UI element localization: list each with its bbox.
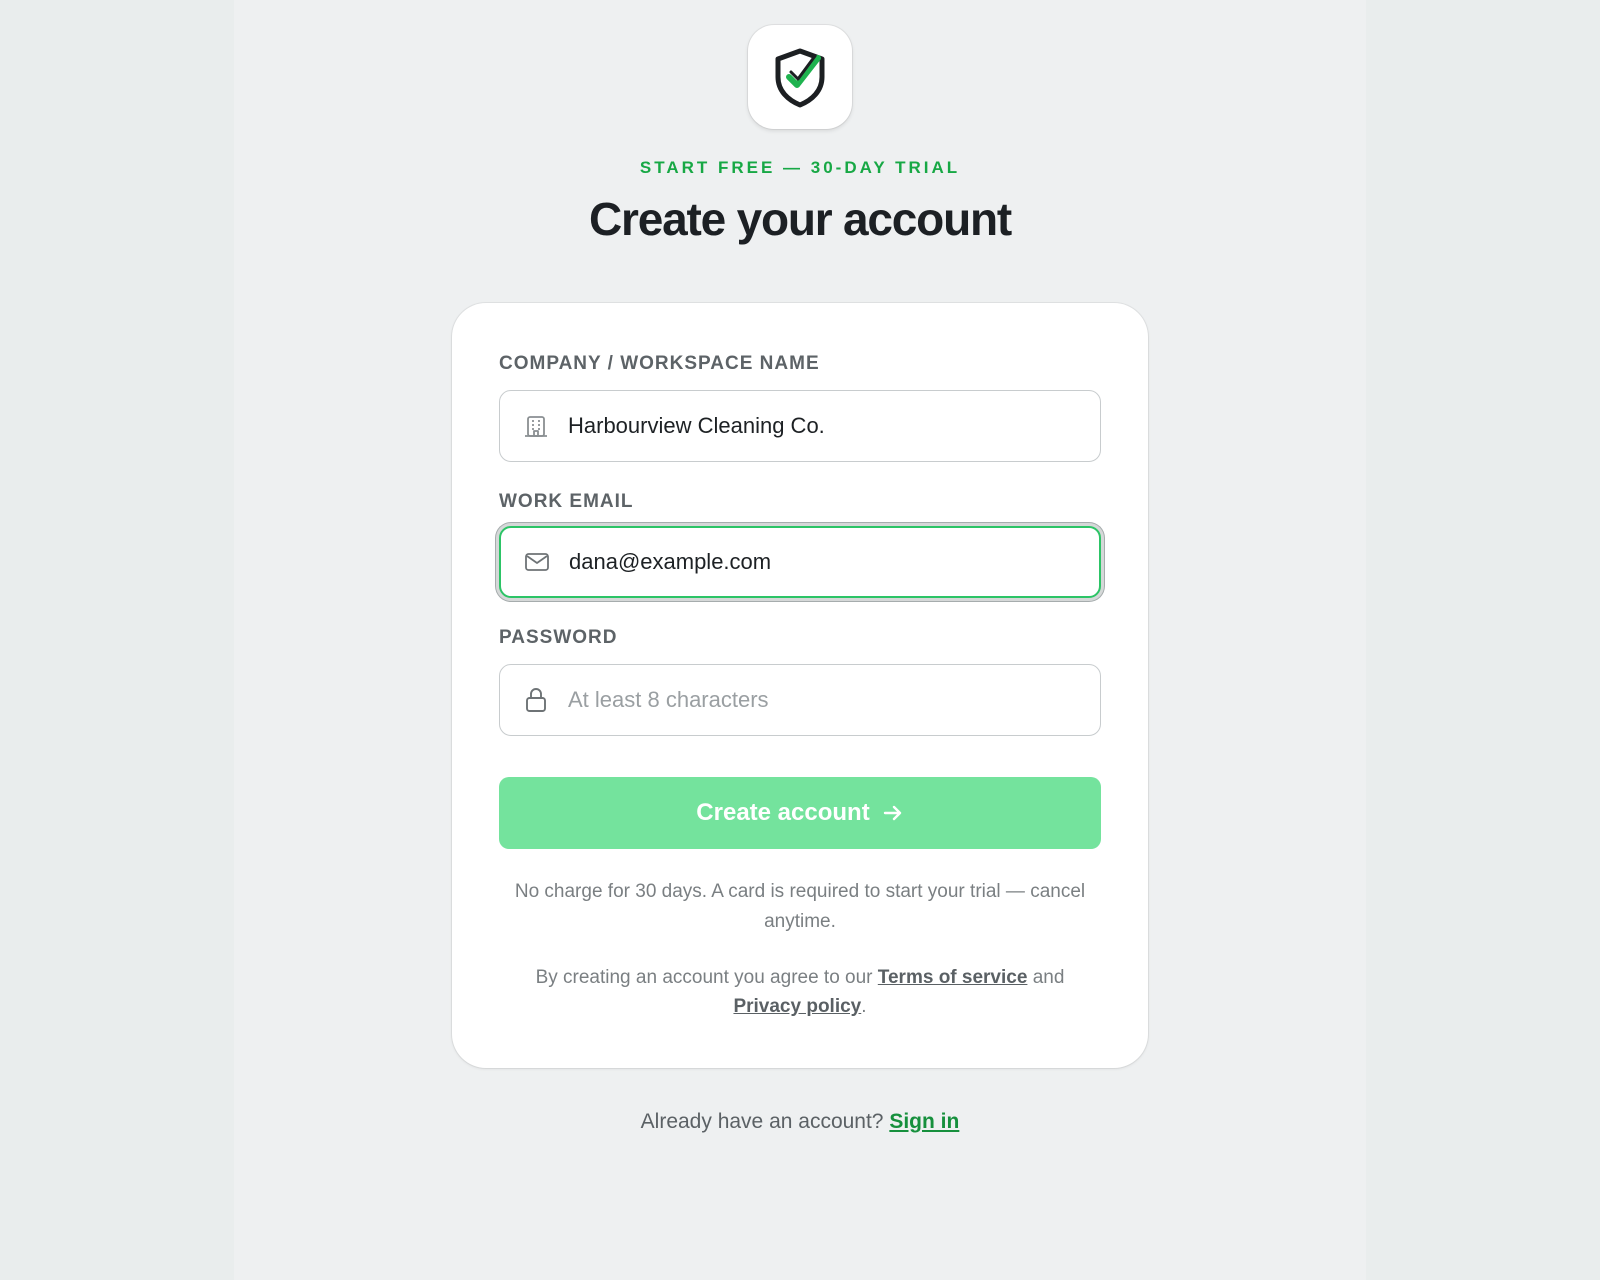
legal-text: By creating an account you agree to our … [499, 963, 1101, 1021]
email-label: WORK EMAIL [499, 491, 634, 512]
legal-suffix: . [861, 996, 867, 1017]
lock-icon [522, 686, 550, 714]
shield-check-icon [775, 48, 825, 108]
email-input[interactable]: dana@example.com [569, 549, 771, 575]
company-label: COMPANY / WORKSPACE NAME [499, 353, 820, 374]
arrow-right-icon [882, 802, 904, 824]
trial-note: No charge for 30 days. A card is require… [514, 881, 1086, 932]
mail-icon [523, 548, 551, 576]
password-field[interactable]: At least 8 characters [499, 664, 1101, 736]
create-account-label: Create account [696, 799, 870, 826]
email-field[interactable]: dana@example.com [499, 526, 1101, 598]
signin-prompt: Already have an account? Sign in [0, 1110, 1600, 1134]
sign-in-link[interactable]: Sign in [889, 1110, 959, 1133]
legal-prefix: By creating an account you agree to our [535, 967, 873, 988]
legal-and: and [1032, 967, 1065, 988]
company-input[interactable]: Harbourview Cleaning Co. [568, 413, 825, 439]
app-logo [748, 25, 852, 129]
signin-prompt-text: Already have an account? [640, 1110, 884, 1133]
signup-card: COMPANY / WORKSPACE NAME Harbourview Cle… [452, 303, 1148, 1068]
privacy-policy-link[interactable]: Privacy policy [733, 996, 861, 1017]
terms-of-service-link[interactable]: Terms of service [878, 967, 1028, 988]
create-account-button[interactable]: Create account [499, 777, 1101, 849]
password-input[interactable]: At least 8 characters [568, 687, 769, 713]
trial-eyebrow: START FREE — 30-DAY TRIAL [639, 158, 961, 177]
building-icon [522, 412, 550, 440]
company-field[interactable]: Harbourview Cleaning Co. [499, 390, 1101, 462]
page-title: Create your account [589, 193, 1012, 245]
password-label: PASSWORD [499, 627, 618, 648]
